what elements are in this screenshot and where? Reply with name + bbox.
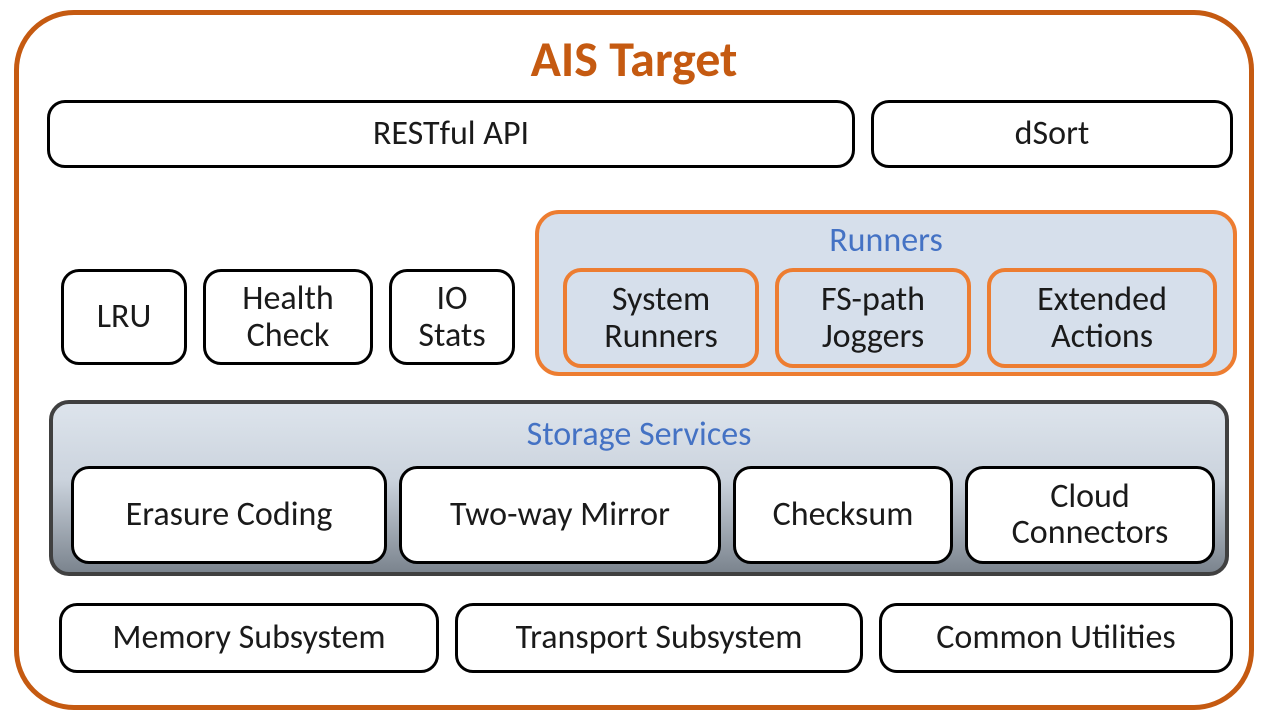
common-utilities-box: Common Utilities (879, 603, 1233, 673)
storage-services-title: Storage Services (53, 414, 1225, 455)
storage-services-group: Storage Services Erasure Coding Two-way … (49, 400, 1229, 576)
io-stats-box: IOStats (389, 269, 515, 365)
runners-title: Runners (539, 220, 1233, 261)
restful-api-box: RESTful API (47, 100, 855, 168)
health-check-box: HealthCheck (203, 269, 373, 365)
dsort-box: dSort (871, 100, 1233, 168)
extended-actions-box: ExtendedActions (987, 268, 1217, 368)
ais-target-container: AIS Target RESTful API dSort LRU HealthC… (14, 10, 1254, 710)
system-runners-box: SystemRunners (563, 268, 759, 368)
two-way-mirror-box: Two-way Mirror (399, 466, 721, 564)
runners-group: Runners SystemRunners FS-pathJoggers Ext… (535, 210, 1237, 376)
fspath-joggers-box: FS-pathJoggers (775, 268, 971, 368)
erasure-coding-box: Erasure Coding (71, 466, 387, 564)
transport-subsystem-box: Transport Subsystem (455, 603, 863, 673)
memory-subsystem-box: Memory Subsystem (59, 603, 439, 673)
checksum-box: Checksum (733, 466, 953, 564)
lru-box: LRU (61, 269, 187, 365)
cloud-connectors-box: CloudConnectors (965, 466, 1215, 564)
diagram-title: AIS Target (19, 29, 1249, 90)
